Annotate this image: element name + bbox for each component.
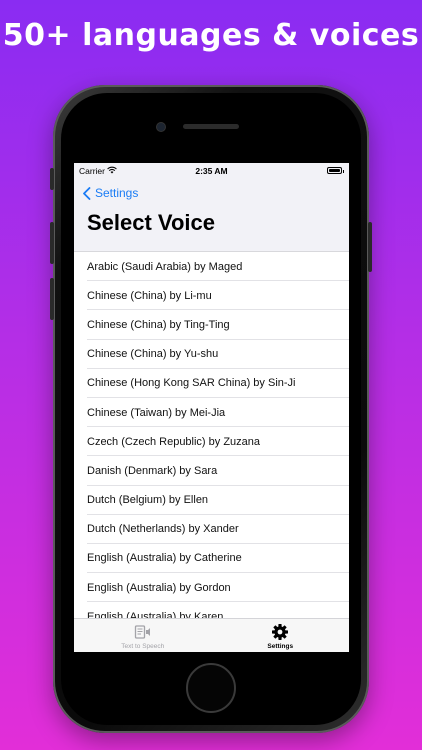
list-item[interactable]: Chinese (Taiwan) by Mei-Jia bbox=[74, 398, 349, 428]
list-item[interactable]: Dutch (Netherlands) by Xander bbox=[74, 515, 349, 545]
voice-list: Arabic (Saudi Arabia) by Maged Chinese (… bbox=[74, 252, 349, 632]
gear-icon bbox=[272, 624, 289, 640]
page-title: Select Voice bbox=[87, 210, 215, 235]
navigation-bar: Settings Select Voice bbox=[74, 179, 349, 252]
tab-label: Text to Speech bbox=[121, 643, 165, 650]
front-camera bbox=[157, 123, 165, 131]
text-to-speech-icon bbox=[134, 625, 150, 639]
list-item[interactable]: Chinese (China) by Ting-Ting bbox=[74, 310, 349, 340]
tab-bar: Text to Speech Settings bbox=[74, 618, 349, 652]
volume-down-button bbox=[50, 278, 54, 320]
volume-up-button bbox=[50, 222, 54, 264]
chevron-left-icon bbox=[83, 186, 91, 200]
tab-label: Settings bbox=[267, 643, 294, 650]
promo-headline: 50+ languages & voices bbox=[2, 18, 420, 53]
list-item[interactable]: Danish (Denmark) by Sara bbox=[74, 456, 349, 486]
mute-switch bbox=[50, 168, 54, 190]
earpiece-speaker bbox=[183, 124, 239, 129]
list-item[interactable]: Dutch (Belgium) by Ellen bbox=[74, 486, 349, 515]
list-item[interactable]: Chinese (China) by Li-mu bbox=[74, 281, 349, 311]
list-item[interactable]: English (Australia) by Gordon bbox=[74, 573, 349, 603]
tab-text-to-speech[interactable]: Text to Speech bbox=[74, 619, 212, 652]
tab-settings[interactable]: Settings bbox=[212, 619, 350, 652]
list-item[interactable]: English (Australia) by Catherine bbox=[74, 544, 349, 574]
power-button bbox=[368, 222, 372, 272]
phone-screen: Carrier 2:35 AM Settings Select Voice Ar… bbox=[74, 163, 349, 652]
status-time: 2:35 AM bbox=[195, 166, 228, 176]
back-button[interactable]: Settings bbox=[82, 184, 138, 202]
battery-icon bbox=[327, 167, 344, 174]
status-bar: Carrier 2:35 AM bbox=[74, 163, 349, 179]
back-button-label: Settings bbox=[95, 186, 139, 200]
list-item[interactable]: Arabic (Saudi Arabia) by Maged bbox=[74, 252, 349, 282]
list-item[interactable]: Chinese (China) by Yu-shu bbox=[74, 340, 349, 369]
list-item[interactable]: Chinese (Hong Kong SAR China) by Sin-Ji bbox=[74, 369, 349, 399]
home-button[interactable] bbox=[186, 663, 236, 713]
list-item[interactable]: Czech (Czech Republic) by Zuzana bbox=[74, 427, 349, 457]
